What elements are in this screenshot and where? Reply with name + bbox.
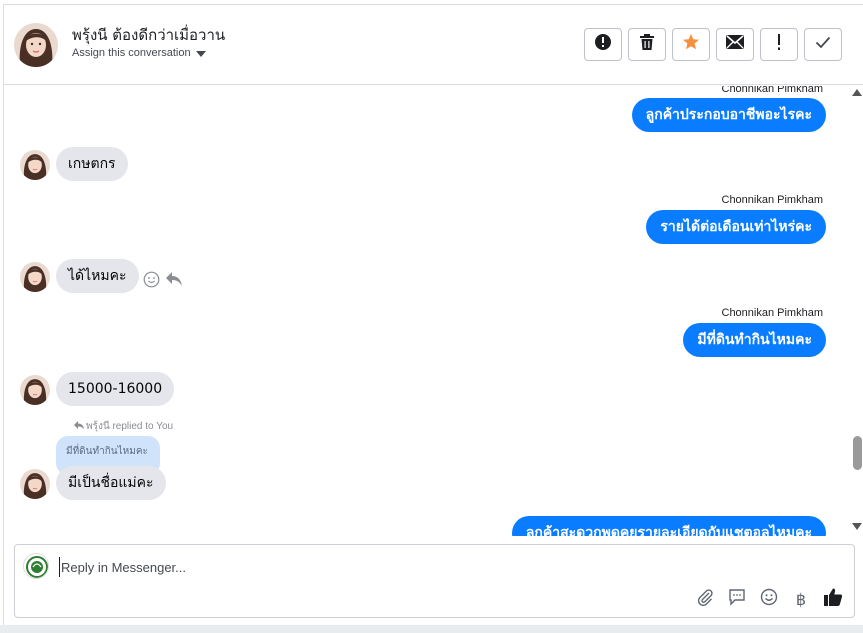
incoming-message[interactable]: มีเป็นชื่อแม่คะ: [56, 466, 166, 500]
mark-done-button[interactable]: [804, 28, 842, 61]
scroll-down-arrow-icon[interactable]: [852, 523, 862, 530]
emoji-button[interactable]: [758, 588, 780, 610]
star-button[interactable]: [672, 28, 710, 61]
payment-button[interactable]: ฿: [790, 588, 812, 610]
outgoing-message[interactable]: มีที่ดินทำกินไหมคะ: [683, 323, 826, 357]
contact-avatar-small: [20, 375, 50, 405]
attach-button[interactable]: [694, 588, 716, 610]
contact-avatar-small: [20, 262, 50, 292]
reply-indicator: พรุ้งนี replied to You: [74, 419, 173, 434]
incoming-message[interactable]: เกษตกร: [56, 147, 128, 181]
mark-unread-button[interactable]: [716, 28, 754, 61]
outgoing-message[interactable]: ลูกค้าสะดวกพูดคุยรายละเอียดกับแชตอลไหมคะ: [511, 516, 826, 536]
conversation-panel: พรุ้งนี ต้องดีกว่าเมื่อวาน Assign this c…: [3, 4, 863, 633]
contact-name: พรุ้งนี ต้องดีกว่าเมื่อวาน: [72, 26, 226, 44]
react-emoji-icon[interactable]: [143, 271, 160, 293]
spam-button[interactable]: [584, 28, 622, 61]
sender-name: Chonnikan Pimkham: [721, 86, 824, 95]
incoming-message[interactable]: ได้ไหมคะ: [56, 259, 139, 293]
chevron-down-icon: [195, 50, 206, 57]
composer-toolbar: ฿: [694, 588, 844, 610]
envelope-icon: [726, 35, 744, 54]
checkmark-icon: [815, 35, 831, 54]
outgoing-message[interactable]: ลูกค้าประกอบอาชีพอะไรคะ: [631, 98, 826, 132]
message-thread[interactable]: Chonnikan Pimkham ลูกค้าประกอบอาชีพอะไรค…: [4, 86, 863, 536]
saved-replies-button[interactable]: [726, 588, 748, 610]
contact-avatar-small: [20, 469, 50, 499]
trash-icon: [639, 33, 655, 56]
delete-button[interactable]: [628, 28, 666, 61]
exclamation-icon: [776, 33, 782, 56]
sender-name: Chonnikan Pimkham: [721, 307, 824, 319]
contact-avatar[interactable]: [14, 23, 58, 67]
reply-small-icon: [74, 421, 84, 432]
assign-label: Assign this conversation: [72, 47, 191, 59]
sender-name: Chonnikan Pimkham: [721, 194, 824, 206]
thumbs-up-icon: [823, 587, 843, 612]
like-button[interactable]: [822, 588, 844, 610]
scrollbar-thumb[interactable]: [853, 436, 862, 470]
assign-conversation-dropdown[interactable]: Assign this conversation: [72, 47, 206, 59]
conversation-header: พรุ้งนี ต้องดีกว่าเมื่อวาน Assign this c…: [4, 5, 863, 85]
conversation-actions: [584, 28, 842, 61]
baht-icon: ฿: [795, 589, 807, 609]
reply-composer: ฿: [14, 544, 855, 618]
bottom-strip: [0, 625, 863, 633]
alert-circle-icon: [594, 33, 612, 56]
thread-scrollbar[interactable]: [850, 86, 863, 536]
paperclip-icon: [696, 588, 714, 611]
outgoing-message[interactable]: รายได้ต่อเดือนเท่าไหร่คะ: [646, 210, 826, 244]
page-logo: [23, 553, 49, 579]
incoming-message[interactable]: 15000-16000: [56, 372, 175, 406]
contact-avatar-small: [20, 150, 50, 180]
mark-important-button[interactable]: [760, 28, 798, 61]
star-icon: [682, 33, 700, 56]
reply-arrow-icon[interactable]: [165, 271, 183, 292]
reply-note-text: พรุ้งนี replied to You: [86, 421, 174, 432]
scroll-up-arrow-icon[interactable]: [852, 89, 862, 96]
saved-reply-icon: [728, 588, 746, 611]
emoji-icon: [760, 588, 778, 611]
reply-input[interactable]: [59, 557, 659, 577]
